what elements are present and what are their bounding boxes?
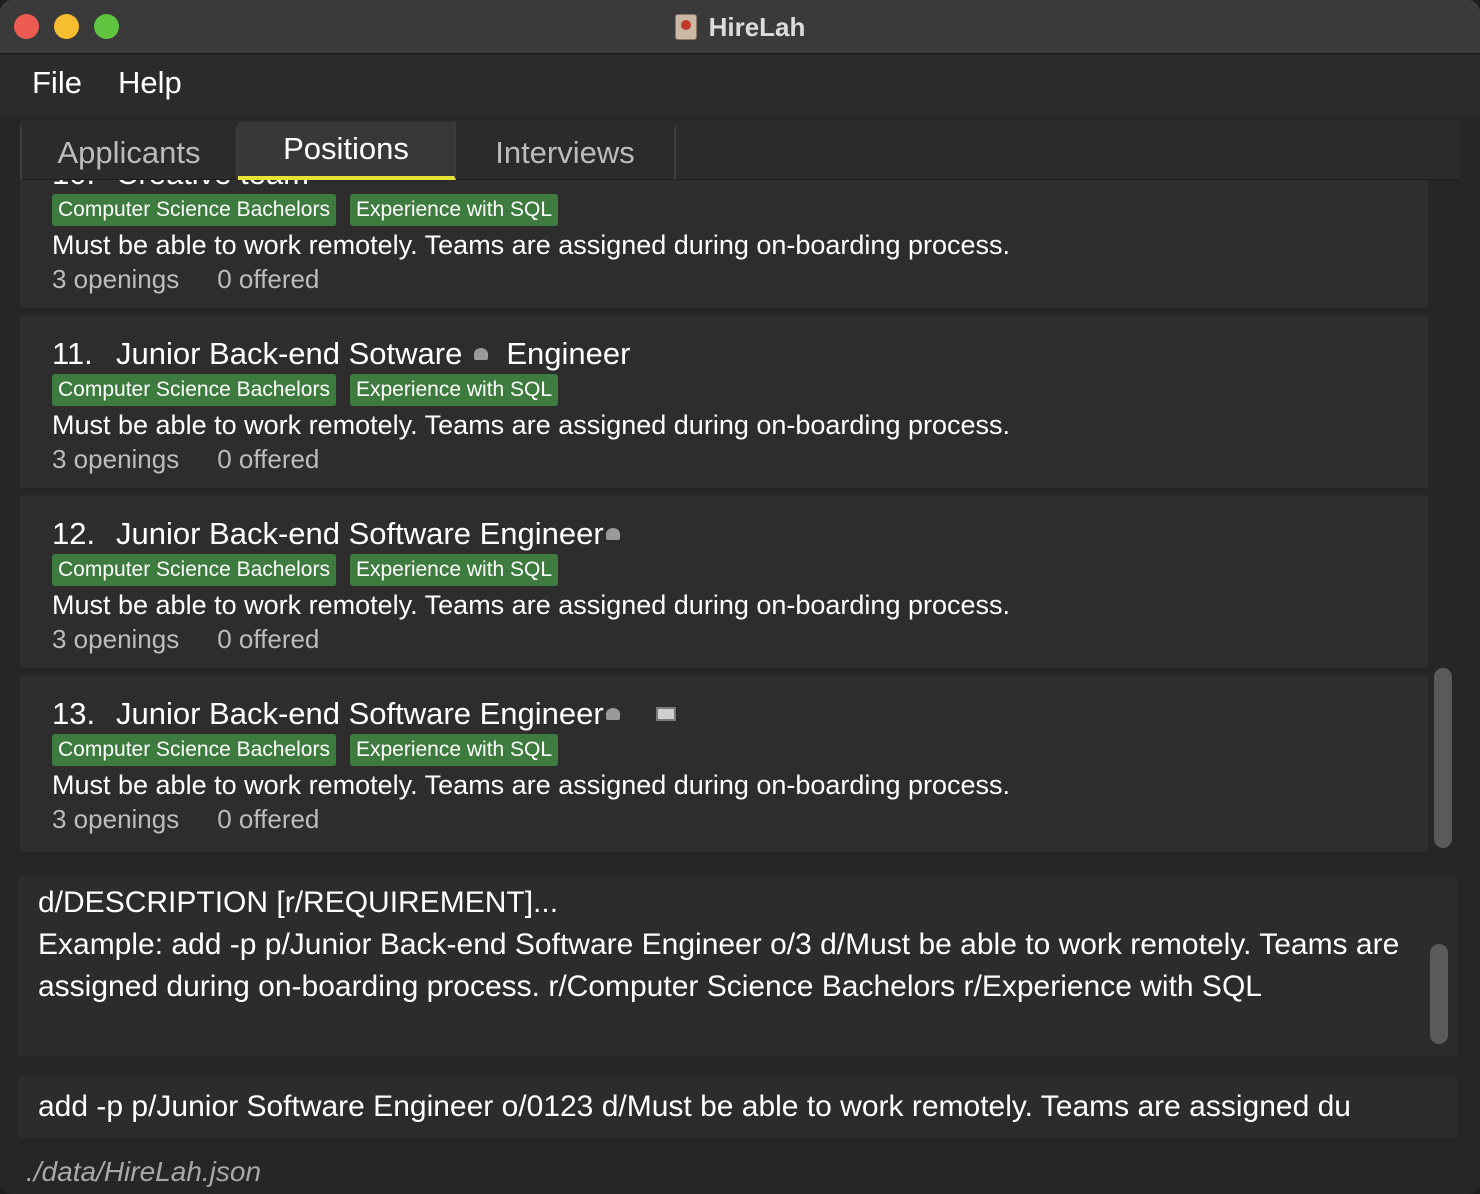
requirement-tag: Computer Science Bachelors [52,734,336,766]
position-name: Creative team [116,180,309,192]
offered-count: 0 offered [217,444,320,474]
tab-interviews[interactable]: Interviews [456,126,676,180]
position-tags: Computer Science Bachelors Experience wi… [52,194,559,226]
position-description: Must be able to work remotely. Teams are… [52,230,1010,260]
position-stats: 3 openings 0 offered [52,804,319,835]
person-icon [605,708,620,720]
menu-file[interactable]: File [32,65,82,101]
position-stats: 3 openings 0 offered [52,624,319,655]
result-scrollbar-thumb[interactable] [1430,944,1448,1044]
command-input[interactable]: add -p p/Junior Software Engineer o/0123… [18,1076,1438,1138]
position-stats: 3 openings 0 offered [52,444,319,475]
positions-list[interactable]: 10. Creative team Computer Science Bache… [20,180,1458,856]
position-title: 13. Junior Back-end Software Engineer [52,696,676,732]
requirement-tag: Experience with SQL [349,374,559,406]
tab-positions[interactable]: Positions [238,122,456,180]
position-description: Must be able to work remotely. Teams are… [52,590,1010,620]
status-bar: ./data/HireLah.json [0,1148,1480,1194]
openings-count: 3 openings [52,624,180,654]
window-title-group: HireLah [0,0,1480,54]
requirement-tag: Experience with SQL [349,554,559,586]
window-title: HireLah [708,11,806,42]
position-tags: Computer Science Bachelors Experience wi… [52,734,559,766]
position-description: Must be able to work remotely. Teams are… [52,410,1010,440]
position-name: Junior Back-end Software Engineer [116,516,604,551]
requirement-tag: Experience with SQL [349,734,559,766]
result-line-example: Example: add -p p/Junior Back-end Softwa… [38,928,1400,1003]
openings-count: 3 openings [52,264,180,294]
tab-bar: Applicants Positions Interviews [20,120,1460,180]
position-tags: Computer Science Bachelors Experience wi… [52,374,559,406]
offered-count: 0 offered [217,624,320,654]
position-index: 13. [52,696,96,731]
person-icon [605,528,620,540]
position-name: Junior Back-end Sotware [116,336,463,371]
requirement-tag: Experience with SQL [349,194,559,226]
openings-count: 3 openings [52,444,180,474]
command-box: add -p p/Junior Software Engineer o/0123… [18,1076,1458,1138]
menu-bar: File Help [0,55,1480,117]
position-index: 12. [52,516,96,551]
requirement-tag: Computer Science Bachelors [52,554,336,586]
app-window: HireLah File Help Applicants Positions I… [0,0,1480,1194]
result-text: d/DESCRIPTION [r/REQUIREMENT]... Example… [38,882,1408,1008]
person-icon [474,348,489,360]
list-scrollbar-thumb[interactable] [1434,668,1452,848]
laptop-icon [655,707,676,721]
position-name: Junior Back-end Software Engineer [116,696,604,731]
position-title: 10. Creative team [52,180,335,192]
app-logo-icon [674,14,697,40]
position-description: Must be able to work remotely. Teams are… [52,770,1010,800]
requirement-tag: Computer Science Bachelors [52,194,336,226]
position-card[interactable]: 12. Junior Back-end Software Engineer Co… [20,496,1428,672]
tab-applicants[interactable]: Applicants [20,126,238,180]
position-index: 11. [52,336,93,371]
position-card[interactable]: 13. Junior Back-end Software Engineer Co… [20,676,1428,856]
offered-count: 0 offered [217,264,320,294]
result-display: d/DESCRIPTION [r/REQUIREMENT]... Example… [18,876,1458,1056]
offered-count: 0 offered [217,804,320,834]
position-stats: 3 openings 0 offered [52,264,319,295]
position-name-suffix: Engineer [506,336,631,371]
data-file-path: ./data/HireLah.json [26,1156,262,1187]
result-line-usage: d/DESCRIPTION [r/REQUIREMENT]... [38,886,559,919]
openings-count: 3 openings [52,804,180,834]
title-bar: HireLah [0,0,1480,54]
position-title: 12. Junior Back-end Software Engineer [52,516,626,552]
position-index: 10. [52,180,116,192]
position-title: 11. Junior Back-end Sotware Engineer [52,336,630,372]
requirement-tag: Computer Science Bachelors [52,374,336,406]
position-card[interactable]: 10. Creative team Computer Science Bache… [20,180,1428,312]
menu-help[interactable]: Help [118,65,182,101]
position-card[interactable]: 11. Junior Back-end Sotware Engineer Com… [20,316,1428,492]
position-tags: Computer Science Bachelors Experience wi… [52,554,559,586]
